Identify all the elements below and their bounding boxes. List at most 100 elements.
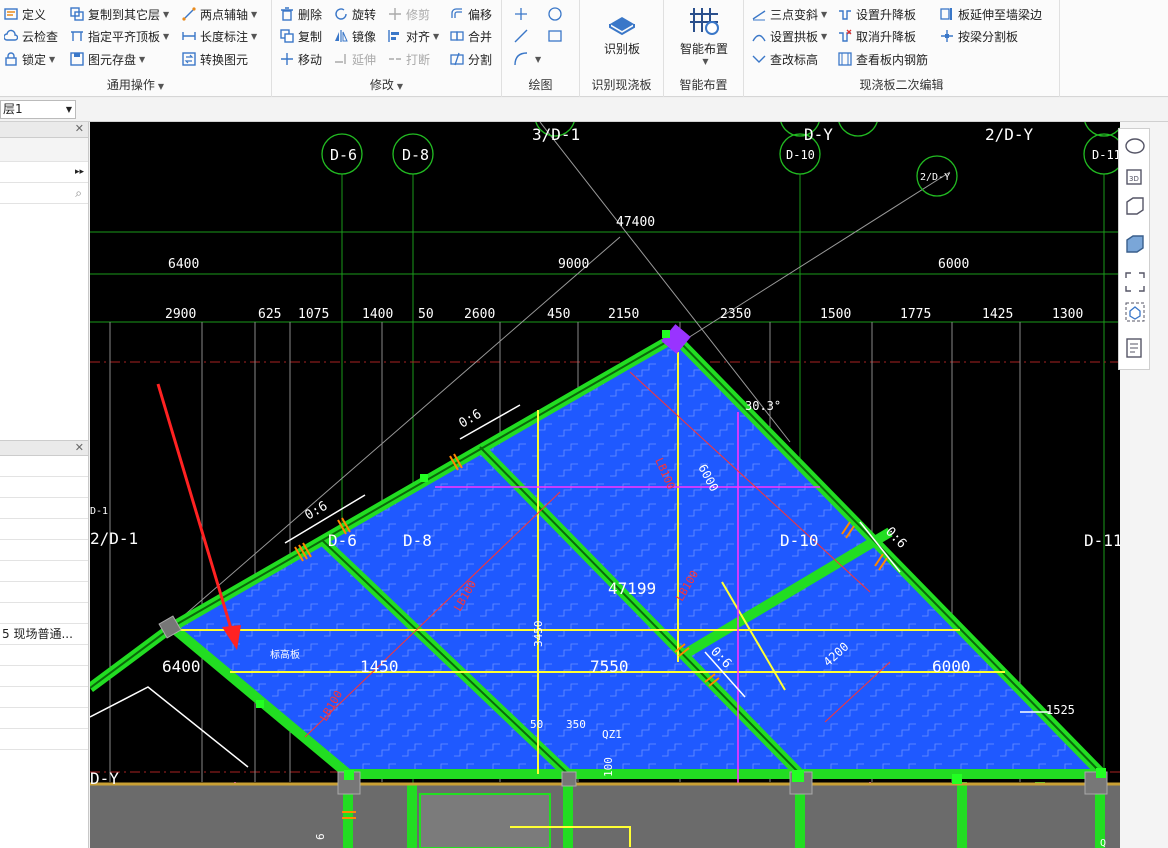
align-button[interactable]: 对齐 ▼	[388, 26, 439, 46]
cloud-check-button[interactable]: 云检查	[3, 26, 58, 46]
break-button[interactable]: 打断	[388, 49, 430, 69]
set-raise-button[interactable]: 设置升降板	[838, 4, 916, 24]
three-point-slope-button[interactable]: 三点变斜 ▼	[752, 4, 827, 24]
panel-search-row[interactable]: ⌕	[0, 183, 88, 204]
circle-tool[interactable]	[548, 4, 566, 24]
merge-button[interactable]: 合并	[450, 26, 492, 46]
recognize-slab-button[interactable]: 识别板	[584, 4, 660, 57]
dimension-labels: 47400 6400 9000 6000 2900 625 1075 1400 …	[165, 215, 1083, 322]
cloud-icon	[3, 29, 19, 43]
label-6-lower: 6	[314, 833, 327, 840]
panel-blank-row	[0, 138, 88, 162]
lock-button[interactable]: 锁定 ▼	[4, 49, 55, 69]
cancel-raise-button[interactable]: 取消升降板	[838, 26, 916, 46]
list-item[interactable]	[0, 477, 88, 498]
list-item[interactable]	[0, 540, 88, 561]
list-item[interactable]	[0, 729, 88, 750]
convert-element-button[interactable]: 转换图元	[182, 49, 248, 69]
label-1525: 1525	[1046, 703, 1075, 717]
chevron-down-icon: ▼	[396, 82, 404, 91]
list-item[interactable]	[0, 519, 88, 540]
group-general-label[interactable]: 通用操作 ▼	[0, 76, 271, 93]
view-box-tool[interactable]	[1124, 195, 1146, 217]
extend-button[interactable]: 延伸	[334, 49, 376, 69]
search-icon[interactable]: ⌕	[75, 183, 82, 203]
save-element-button[interactable]: 图元存盘 ▼	[70, 49, 145, 69]
cad-canvas[interactable]: D-6 D-8 D-10 D-11 3/D-1 D-Y 2/D-Y 2/D-Y …	[90, 122, 1120, 848]
move-button[interactable]: 移动	[280, 49, 322, 69]
view-sphere-tool[interactable]	[1124, 135, 1146, 157]
split-by-beam-button[interactable]: 按梁分割板	[940, 26, 1018, 46]
arc-icon	[514, 52, 528, 66]
list-item[interactable]	[0, 708, 88, 729]
dim-row2-11: 1425	[982, 307, 1013, 322]
list-item-current[interactable]: 5 现场普通...	[0, 624, 88, 645]
dim-row2-1: 625	[258, 307, 281, 322]
label-q-lower: Q	[1100, 838, 1106, 848]
offset-button[interactable]: 偏移	[450, 4, 492, 24]
list-item[interactable]	[0, 687, 88, 708]
list-item[interactable]	[0, 603, 88, 624]
list-item[interactable]	[0, 582, 88, 603]
view-solid-tool[interactable]	[1124, 233, 1146, 255]
split-button[interactable]: 分割	[450, 49, 492, 69]
view-fit-tool[interactable]	[1124, 271, 1146, 293]
label-3450: 3450	[532, 621, 545, 648]
mirror-button[interactable]: 镜像	[334, 26, 376, 46]
extend-to-beam-button[interactable]: 板延伸至墙梁边	[940, 4, 1042, 24]
layer-select[interactable]: 层1 ▼	[0, 100, 76, 119]
dim-row2-3: 1400	[362, 307, 393, 322]
recognize-slab-icon	[606, 4, 638, 36]
list-item[interactable]	[0, 645, 88, 666]
dim-row2-7: 2150	[608, 307, 639, 322]
chevron-down-icon: ▼	[821, 9, 828, 19]
list-item[interactable]	[0, 666, 88, 687]
move-icon	[280, 52, 294, 66]
copy-to-layer-button[interactable]: 复制到其它层 ▼	[70, 4, 169, 24]
copy-button[interactable]: 复制	[280, 26, 322, 46]
check-elevation-button[interactable]: 查改标高	[752, 49, 818, 69]
dim-row2-12: 1300	[1052, 307, 1083, 322]
group-modify-label[interactable]: 修改 ▼	[272, 76, 501, 93]
view-rebar-button[interactable]: 查看板内钢筋	[838, 49, 928, 69]
chevron-down-icon: ▼	[433, 31, 440, 41]
align-icon	[388, 29, 402, 43]
list-item[interactable]	[0, 456, 88, 477]
double-chevron-right-icon[interactable]: ▸▸	[75, 162, 84, 182]
dim-total: 47400	[616, 215, 655, 230]
slab-triangle[interactable]	[172, 337, 1102, 774]
rotate-button[interactable]: 旋转	[334, 4, 376, 24]
view-document-tool[interactable]	[1124, 337, 1146, 359]
panel-expand-row[interactable]: ▸▸	[0, 162, 88, 183]
group-smart-label: 智能布置	[679, 78, 728, 92]
view-3d-tool[interactable]: 3D	[1124, 165, 1146, 187]
chevron-down-icon: ▼	[535, 54, 542, 64]
delete-button[interactable]: 删除	[280, 4, 322, 24]
length-dim-button[interactable]: 长度标注 ▼	[182, 26, 257, 46]
cad-drawing[interactable]: D-6 D-8 D-10 D-11 3/D-1 D-Y 2/D-Y 2/D-Y …	[90, 122, 1120, 848]
point-tool[interactable]	[514, 4, 532, 24]
close-icon[interactable]: ✕	[75, 441, 84, 454]
view-select-tool[interactable]	[1124, 301, 1146, 323]
chevron-down-icon: ▼	[251, 31, 258, 41]
line-tool[interactable]	[514, 26, 532, 46]
axis-mid-d10: D-10	[780, 531, 819, 550]
axis-bubble-2dy: 2/D-Y	[920, 172, 950, 183]
smart-layout-button[interactable]: 智能布置 ▼	[666, 4, 742, 66]
close-icon[interactable]: ✕	[75, 122, 84, 135]
list-item[interactable]	[0, 561, 88, 582]
crosshair-icon	[514, 7, 528, 21]
rebar-icon	[838, 52, 852, 66]
list-item[interactable]	[0, 498, 88, 519]
set-arch-button[interactable]: 设置拱板 ▼	[752, 26, 827, 46]
rect-tool[interactable]	[548, 26, 566, 46]
two-point-axis-button[interactable]: 两点辅轴 ▼	[182, 4, 257, 24]
dim-row1-0: 6400	[168, 257, 199, 272]
document-icon	[1126, 338, 1142, 358]
trim-button[interactable]: 修剪	[388, 4, 430, 24]
axis-top-d10: D-10	[786, 148, 815, 162]
arc-tool[interactable]: ▼	[514, 49, 541, 69]
align-roof-button[interactable]: 指定平齐顶板 ▼	[70, 26, 169, 46]
mirror-icon	[334, 29, 348, 43]
define-button[interactable]: 定义	[4, 4, 46, 24]
